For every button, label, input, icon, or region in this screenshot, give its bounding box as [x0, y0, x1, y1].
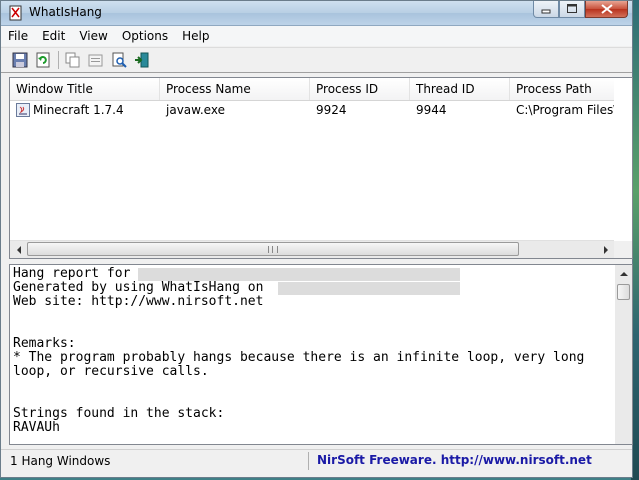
menu-view[interactable]: View — [72, 26, 114, 46]
menu-help[interactable]: Help — [175, 26, 216, 46]
refresh-button[interactable] — [32, 50, 54, 70]
exit-icon — [135, 52, 149, 68]
scrollbar-corner — [614, 241, 632, 258]
exit-button[interactable] — [131, 50, 153, 70]
hang-windows-list[interactable]: Window Title Process Name Process ID Thr… — [9, 77, 633, 259]
window-controls — [533, 1, 628, 18]
report-line: Remarks: — [13, 336, 76, 351]
report-line: RAVAUh — [13, 420, 60, 435]
column-process-id[interactable]: Process ID — [310, 78, 410, 100]
list-vertical-scroll-area — [614, 78, 632, 241]
cell-window-title: Minecraft 1.7.4 — [10, 101, 160, 119]
app-icon — [9, 5, 22, 21]
menu-bar: File Edit View Options Help — [1, 26, 632, 46]
scroll-up-button[interactable] — [615, 265, 632, 282]
nirsoft-link[interactable]: NirSoft Freeware. http://www.nirsoft.net — [317, 453, 592, 467]
report-line: Strings found in the stack: — [13, 406, 225, 421]
title-bar[interactable]: WhatIsHang — [1, 1, 632, 26]
cell-thread-id: 9944 — [416, 103, 447, 117]
cell-process-name: javaw.exe — [166, 103, 225, 117]
report-text: Hang report for Generated by using WhatIs… — [13, 267, 608, 435]
report-line: Web site: http://www.nirsoft.net — [13, 294, 264, 309]
horizontal-scroll-thumb[interactable] — [27, 242, 519, 256]
maximize-icon — [567, 4, 577, 13]
arrow-left-icon — [16, 245, 21, 254]
window-title-text: Minecraft 1.7.4 — [33, 103, 124, 117]
status-count: 1 Hang Windows — [10, 454, 111, 468]
report-line — [13, 309, 608, 323]
copy-button[interactable] — [62, 50, 84, 70]
scroll-right-button[interactable] — [597, 241, 614, 258]
menu-edit[interactable]: Edit — [35, 26, 72, 46]
save-button[interactable] — [9, 50, 31, 70]
save-icon — [12, 52, 28, 68]
copy-icon — [65, 52, 80, 68]
report-vertical-scrollbar[interactable] — [615, 265, 632, 444]
java-window-icon — [16, 103, 30, 117]
window-title: WhatIsHang — [29, 5, 102, 19]
report-line: * The program probably hangs because the… — [13, 350, 593, 379]
scroll-left-button[interactable] — [10, 241, 27, 258]
menu-options[interactable]: Options — [115, 26, 175, 46]
report-line: Generated by using WhatIsHang on — [13, 280, 264, 295]
close-button[interactable] — [585, 1, 628, 18]
minimize-button[interactable] — [533, 1, 559, 18]
properties-button[interactable] — [85, 50, 107, 70]
status-divider — [308, 452, 309, 470]
report-line — [13, 379, 608, 393]
cell-process-id: 9924 — [316, 103, 347, 117]
column-process-name[interactable]: Process Name — [160, 78, 310, 100]
toolbar-separator — [58, 51, 59, 69]
find-icon — [112, 52, 127, 68]
arrow-up-icon — [619, 271, 628, 276]
report-line — [13, 393, 608, 407]
menu-file[interactable]: File — [1, 26, 35, 46]
find-button[interactable] — [108, 50, 130, 70]
column-window-title[interactable]: Window Title — [10, 78, 160, 100]
report-line: Hang report for — [13, 266, 131, 281]
arrow-right-icon — [603, 245, 608, 254]
toolbar — [1, 47, 632, 73]
list-horizontal-scrollbar[interactable] — [10, 240, 614, 258]
close-icon — [600, 4, 613, 14]
table-row[interactable]: Minecraft 1.7.4 javaw.exe 9924 9944 C:\P… — [10, 101, 632, 119]
properties-icon — [88, 54, 103, 67]
report-line — [13, 323, 608, 337]
vertical-scroll-thumb[interactable] — [617, 284, 630, 300]
list-header: Window Title Process Name Process ID Thr… — [10, 78, 632, 101]
minimize-icon — [541, 9, 551, 14]
status-bar: 1 Hang Windows NirSoft Freeware. http://… — [1, 449, 632, 474]
refresh-icon — [36, 52, 50, 68]
hang-report-pane[interactable]: Hang report for Generated by using WhatIs… — [9, 264, 633, 445]
maximize-button[interactable] — [559, 1, 585, 18]
grip-icon — [268, 246, 278, 253]
app-window: WhatIsHang File Edit View Options Help W… — [0, 0, 633, 478]
column-thread-id[interactable]: Thread ID — [410, 78, 510, 100]
